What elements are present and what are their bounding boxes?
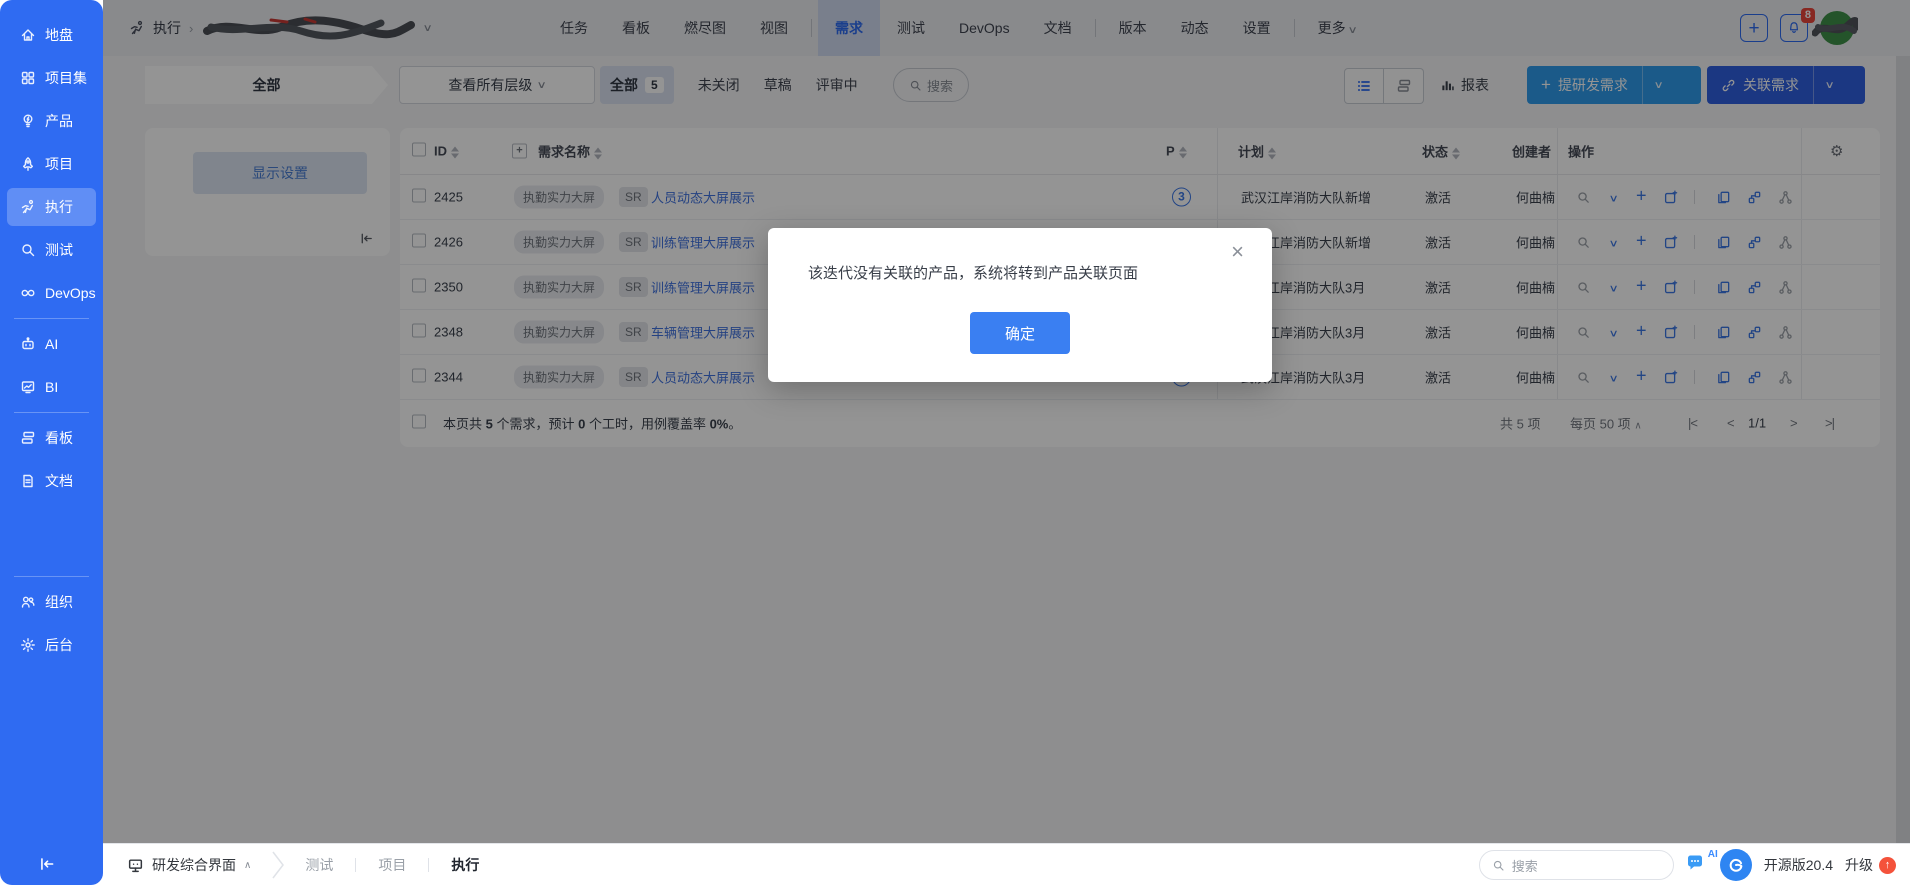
app-window: 地盘 项目集 产品 项目 执行 测试 DevOps AI [0, 0, 1910, 885]
upgrade-link[interactable]: 升级 ↑ [1845, 855, 1896, 875]
sidebar-divider [14, 576, 89, 577]
dialog-message: 该迭代没有关联的产品，系统将转到产品关联页面 [808, 262, 1138, 283]
collapse-left-icon [38, 855, 56, 873]
sidebar-item-program[interactable]: 项目集 [7, 59, 96, 97]
ai-chat-icon [1686, 855, 1708, 873]
sidebar-item-label: 测试 [45, 240, 73, 260]
bottom-bar: 研发综合界面 ∧ 测试 项目 执行 搜索 AI 开源版20.4 升级 [103, 843, 1910, 885]
grid-icon [20, 70, 36, 86]
home-icon [20, 27, 36, 43]
sidebar-item-label: AI [45, 336, 58, 352]
tab-divider [428, 858, 429, 872]
gear-icon [20, 637, 36, 653]
sidebar-item-label: BI [45, 379, 58, 395]
search-placeholder: 搜索 [1512, 856, 1538, 875]
sidebar-item-label: 文档 [45, 471, 73, 491]
users-icon [20, 594, 36, 610]
global-search-input[interactable]: 搜索 [1479, 850, 1674, 880]
bottom-tab-test[interactable]: 测试 [305, 855, 333, 875]
sidebar-item-label: 项目集 [45, 68, 87, 88]
workspace-selector[interactable]: 研发综合界面 [152, 855, 236, 875]
zentao-logo[interactable] [1720, 849, 1752, 881]
sidebar-item-org[interactable]: 组织 [7, 583, 96, 621]
dialog-ok-button[interactable]: 确定 [970, 312, 1070, 354]
sidebar-item-ai[interactable]: AI [7, 325, 96, 363]
robot-icon [20, 336, 36, 352]
sidebar-item-label: 执行 [45, 197, 73, 217]
search-icon [1492, 859, 1505, 872]
sidebar-item-dashboard[interactable]: 地盘 [7, 16, 96, 54]
bulb-icon [20, 113, 36, 129]
logo-swirl-icon [1727, 856, 1745, 874]
sidebar-item-execution[interactable]: 执行 [7, 188, 96, 226]
sidebar-item-devops[interactable]: DevOps [7, 274, 96, 312]
sidebar-item-admin[interactable]: 后台 [7, 626, 96, 664]
sidebar-item-label: DevOps [45, 285, 96, 301]
ai-assistant-button[interactable]: AI [1686, 855, 1708, 876]
sidebar-item-label: 看板 [45, 428, 73, 448]
monitor-icon [127, 857, 144, 874]
dialog-close-icon[interactable]: × [1225, 238, 1250, 266]
sidebar-item-test[interactable]: 测试 [7, 231, 96, 269]
sidebar-item-label: 地盘 [45, 25, 73, 45]
upgrade-arrow-icon: ↑ [1879, 857, 1896, 874]
sidebar-item-kanban[interactable]: 看板 [7, 419, 96, 457]
slant-divider [271, 850, 285, 880]
infinity-icon [20, 285, 36, 301]
tab-divider [355, 858, 356, 872]
chevron-up-icon[interactable]: ∧ [244, 860, 251, 871]
sidebar-divider [14, 318, 89, 319]
version-label: 开源版20.4 [1764, 855, 1833, 875]
bi-chart-icon [20, 379, 36, 395]
sidebar-item-label: 组织 [45, 592, 73, 612]
modal-overlay [103, 0, 1910, 843]
dialog: 该迭代没有关联的产品，系统将转到产品关联页面 × 确定 [768, 228, 1272, 382]
sidebar-item-project[interactable]: 项目 [7, 145, 96, 183]
runner-icon [20, 199, 36, 215]
bottom-tab-execution[interactable]: 执行 [451, 855, 479, 875]
sidebar-item-product[interactable]: 产品 [7, 102, 96, 140]
rocket-icon [20, 156, 36, 172]
bottom-tab-project[interactable]: 项目 [378, 855, 406, 875]
sidebar-item-label: 项目 [45, 154, 73, 174]
document-icon [20, 473, 36, 489]
sidebar-divider [14, 412, 89, 413]
kanban-icon [20, 430, 36, 446]
sidebar-collapse-button[interactable] [38, 855, 56, 873]
sidebar-item-bi[interactable]: BI [7, 368, 96, 406]
sidebar-item-doc[interactable]: 文档 [7, 462, 96, 500]
ai-label: AI [1708, 849, 1718, 860]
sidebar-item-label: 产品 [45, 111, 73, 131]
sidebar-item-label: 后台 [45, 635, 73, 655]
magnifier-icon [20, 242, 36, 258]
sidebar: 地盘 项目集 产品 项目 执行 测试 DevOps AI [0, 0, 103, 885]
